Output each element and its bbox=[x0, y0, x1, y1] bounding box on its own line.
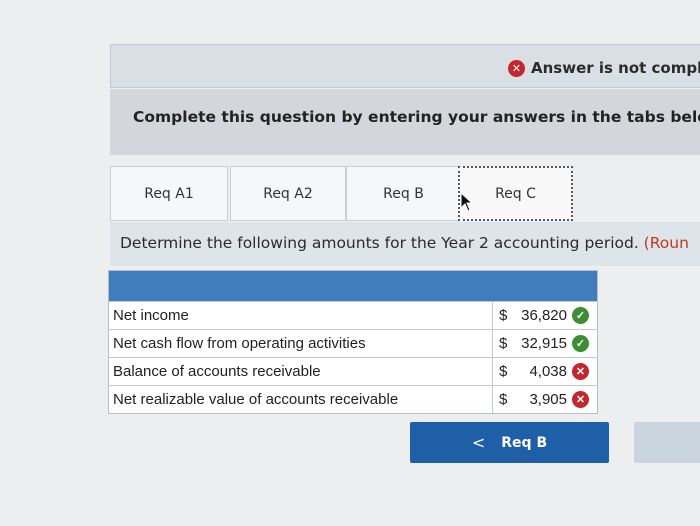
table-row: Net realizable value of accounts receiva… bbox=[109, 385, 597, 413]
checkmark-icon: ✓ bbox=[572, 335, 589, 352]
tab-label: Req A1 bbox=[144, 185, 194, 202]
answer-table: Net income $36,820 ✓ Net cash flow from ope… bbox=[108, 270, 598, 414]
currency-symbol: $ bbox=[499, 307, 508, 324]
amount-value: 4,038 bbox=[529, 363, 567, 380]
amount-input[interactable]: $32,915 ✓ bbox=[493, 330, 597, 357]
amount-input[interactable]: $36,820 ✓ bbox=[493, 302, 597, 329]
table-body: Net income $36,820 ✓ Net cash flow from ope… bbox=[109, 301, 597, 413]
x-icon: ✕ bbox=[508, 59, 525, 77]
answer-status-text: Answer is not compl bbox=[531, 59, 700, 77]
tab-req-c[interactable]: Req C bbox=[458, 166, 573, 221]
currency-symbol: $ bbox=[499, 363, 508, 380]
table-row: Net cash flow from operating activities $… bbox=[109, 329, 597, 357]
prompt: Determine the following amounts for the … bbox=[120, 234, 689, 252]
x-icon: ✕ bbox=[572, 363, 589, 380]
row-label: Net income bbox=[109, 302, 493, 329]
instruction-text: Complete this question by entering your … bbox=[133, 108, 700, 126]
x-icon: ✕ bbox=[572, 391, 589, 408]
answer-status: ✕ Answer is not compl bbox=[508, 58, 700, 78]
table-header bbox=[109, 271, 597, 301]
tab-label: Req A2 bbox=[263, 185, 313, 202]
row-label: Net cash flow from operating activities bbox=[109, 330, 493, 357]
amount-value: 32,915 bbox=[521, 335, 567, 352]
tab-label: Req C bbox=[495, 185, 536, 202]
prompt-hint: (Roun bbox=[643, 234, 689, 252]
tab-req-a2[interactable]: Req A2 bbox=[230, 166, 346, 221]
next-button[interactable] bbox=[634, 422, 700, 463]
table-row: Net income $36,820 ✓ bbox=[109, 301, 597, 329]
amount-value: 36,820 bbox=[521, 307, 567, 324]
prev-req-b-button[interactable]: < Req B bbox=[410, 422, 609, 463]
amount-value: 3,905 bbox=[529, 391, 567, 408]
tab-label: Req B bbox=[383, 185, 424, 202]
tab-req-b[interactable]: Req B bbox=[346, 166, 460, 221]
row-label: Balance of accounts receivable bbox=[109, 358, 493, 385]
table-row: Balance of accounts receivable $4,038 ✕ bbox=[109, 357, 597, 385]
amount-input[interactable]: $3,905 ✕ bbox=[493, 386, 597, 413]
currency-symbol: $ bbox=[499, 335, 508, 352]
amount-input[interactable]: $4,038 ✕ bbox=[493, 358, 597, 385]
nav-button-label: Req B bbox=[501, 434, 548, 451]
chevron-left-icon: < bbox=[471, 433, 486, 452]
prompt-text: Determine the following amounts for the … bbox=[120, 234, 644, 252]
currency-symbol: $ bbox=[499, 391, 508, 408]
tab-req-a1[interactable]: Req A1 bbox=[110, 166, 228, 221]
mouse-cursor-icon bbox=[460, 192, 474, 212]
checkmark-icon: ✓ bbox=[572, 307, 589, 324]
row-label: Net realizable value of accounts receiva… bbox=[109, 386, 493, 413]
